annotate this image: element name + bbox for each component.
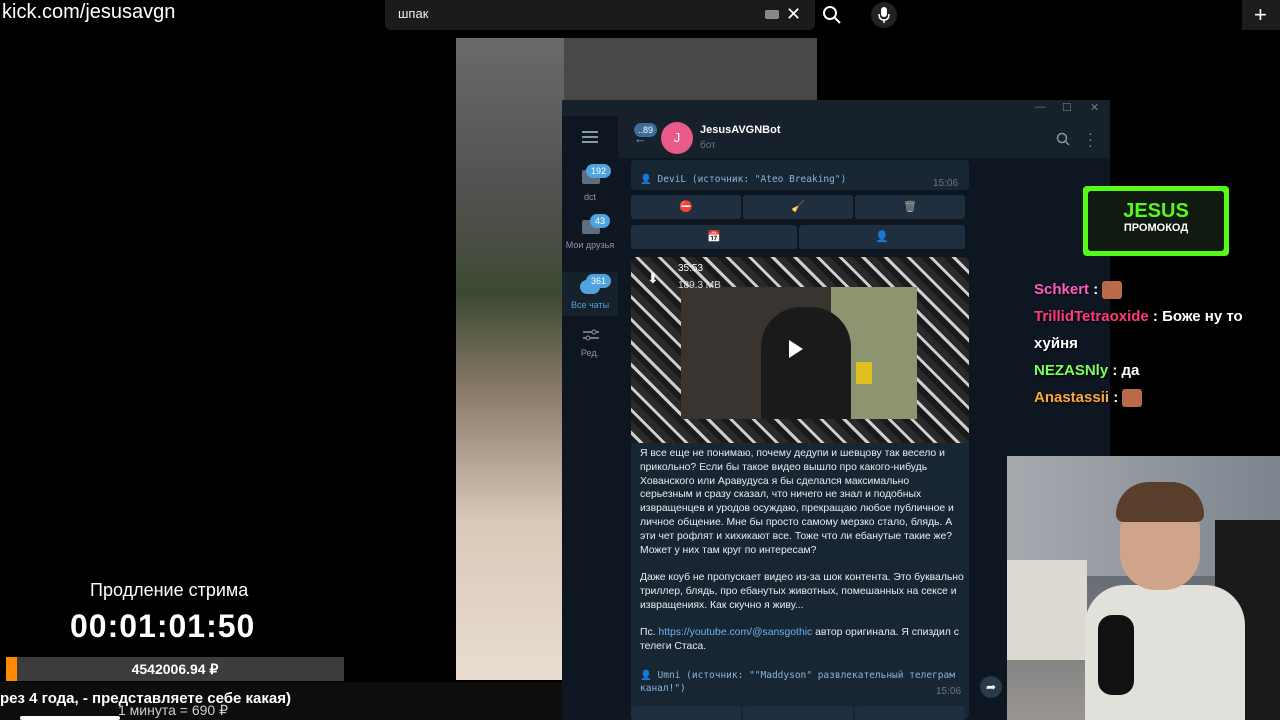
message-caption: 👤 DeviL (источник: "Ateo Breaking") <box>640 174 847 185</box>
webcam-streamer-hair <box>1116 482 1204 522</box>
stream-video-background <box>456 38 564 680</box>
stop-icon: ⛔ <box>679 201 693 213</box>
keyboard-icon[interactable] <box>765 10 779 19</box>
avatar[interactable]: J <box>661 122 693 154</box>
chat-username[interactable]: Anastassii <box>1034 389 1109 406</box>
scroll-indicator[interactable] <box>20 716 120 720</box>
trash-icon: 🗑 <box>903 201 917 213</box>
message-text: Я все еще не понимаю, почему дедупи и ше… <box>640 447 964 668</box>
chat-message: NEZASNly : да <box>1034 362 1140 379</box>
folder-edit[interactable]: Ред. <box>562 324 618 364</box>
video-duration: 35:53 <box>678 263 704 274</box>
subathon-timer: 00:01:01:50 <box>70 608 256 644</box>
inline-button[interactable] <box>855 706 965 720</box>
folder-badge: 361 <box>586 274 612 288</box>
message-paragraph: Пс. https://youtube.com/@sansgothic авто… <box>640 626 964 654</box>
minimize-icon[interactable]: — <box>1035 101 1046 113</box>
inline-button[interactable]: 👤 <box>799 225 965 249</box>
folder-label: Мои друзья <box>565 240 615 250</box>
plus-icon[interactable]: + <box>1254 2 1267 28</box>
chat-message: Anastassii : <box>1034 384 1274 411</box>
close-icon[interactable]: ✕ <box>786 4 801 25</box>
chat-username[interactable]: Schkert <box>1034 281 1089 298</box>
ticker-text: рез 4 года, - представляете себе какая) <box>0 690 291 707</box>
window-close-icon[interactable]: ✕ <box>1090 101 1099 114</box>
telegram-titlebar <box>562 100 1110 116</box>
yellow-accent <box>856 362 872 384</box>
folder-badge: 43 <box>590 214 611 228</box>
emote-icon <box>1102 281 1123 300</box>
download-icon[interactable]: ⬇ <box>647 270 659 287</box>
microphone-button[interactable] <box>871 2 897 28</box>
sliders-icon <box>583 329 599 341</box>
chat-username[interactable]: TrillidTetraoxide <box>1034 308 1149 325</box>
chat-username[interactable]: NEZASNly <box>1034 362 1108 379</box>
message-paragraph: Я все еще не понимаю, почему дедупи и ше… <box>640 448 954 556</box>
folder-badge: 192 <box>586 164 612 178</box>
chat-message: Schkert : <box>1034 276 1274 303</box>
promo-title: JESUS <box>1123 200 1189 222</box>
user-icon: 👤 <box>875 231 889 243</box>
person-silhouette <box>761 307 851 419</box>
youtube-link[interactable]: https://youtube.com/@sansgothic <box>658 627 812 638</box>
folder-label: Все чаты <box>570 300 610 310</box>
broom-icon: 🧹 <box>791 201 805 213</box>
message-paragraph: Даже коуб не пропускает видео из-за шок … <box>640 572 964 611</box>
folder-label: Ред. <box>580 348 600 358</box>
folder-all-chats[interactable]: 361 Все чаты <box>562 272 618 316</box>
promo-subtitle: ПРОМОКОД <box>1123 222 1189 234</box>
chat-subtitle: бот <box>700 140 716 151</box>
search-icon[interactable] <box>822 5 842 25</box>
emote-icon <box>1122 389 1143 408</box>
hamburger-menu-icon[interactable] <box>582 131 598 143</box>
message-time: 15:06 <box>933 178 959 189</box>
search-input[interactable]: шпак <box>398 6 428 21</box>
unread-badge: ..89 <box>634 123 658 137</box>
url-text[interactable]: kick.com/jesusavgn <box>2 0 175 24</box>
webcam-microphone <box>1098 615 1134 695</box>
inline-button[interactable]: 🗑 <box>855 195 965 219</box>
donation-amount: 4542006.94 ₽ <box>131 661 219 677</box>
ps-prefix: Пс. <box>640 627 659 639</box>
inline-button[interactable]: 📅 <box>631 225 797 249</box>
video-size: 189.3 MB <box>678 280 721 291</box>
play-icon[interactable] <box>789 340 803 358</box>
inline-button[interactable]: 🧹 <box>743 195 853 219</box>
calendar-icon: 📅 <box>707 231 721 243</box>
folder-label: dct <box>583 192 596 202</box>
microphone-icon <box>878 7 890 23</box>
chat-title[interactable]: JesusAVGNBot <box>700 124 780 136</box>
telegram-sidebar <box>562 116 618 720</box>
inline-button[interactable]: ⛔ <box>631 195 741 219</box>
message-time: 15:06 <box>936 686 962 697</box>
folder-dct[interactable]: 192 dct <box>562 164 618 206</box>
more-vertical-icon[interactable]: · · · <box>1088 126 1093 152</box>
stream-car-interior <box>564 38 817 100</box>
inline-button[interactable] <box>631 706 741 720</box>
message-caption: 👤 Umni (источник: ""Maddyson" развлекате… <box>640 670 955 694</box>
inline-button[interactable] <box>743 706 853 720</box>
folder-my-friends[interactable]: 43 Мои друзья <box>562 212 618 266</box>
chat-search-icon[interactable] <box>1056 132 1070 146</box>
forward-icon[interactable]: ➦ <box>980 676 1002 698</box>
subathon-title: Продление стрима <box>90 580 249 600</box>
search-bar[interactable] <box>385 0 815 30</box>
maximize-icon[interactable]: ☐ <box>1062 101 1072 114</box>
stream-chat: Schkert : TrillidTetraoxide : Боже ну то… <box>1034 276 1274 411</box>
chat-message: TrillidTetraoxide : Боже ну то хуйня <box>1034 308 1243 352</box>
webcam-bed <box>1007 560 1087 660</box>
chat-text: да <box>1121 362 1140 379</box>
